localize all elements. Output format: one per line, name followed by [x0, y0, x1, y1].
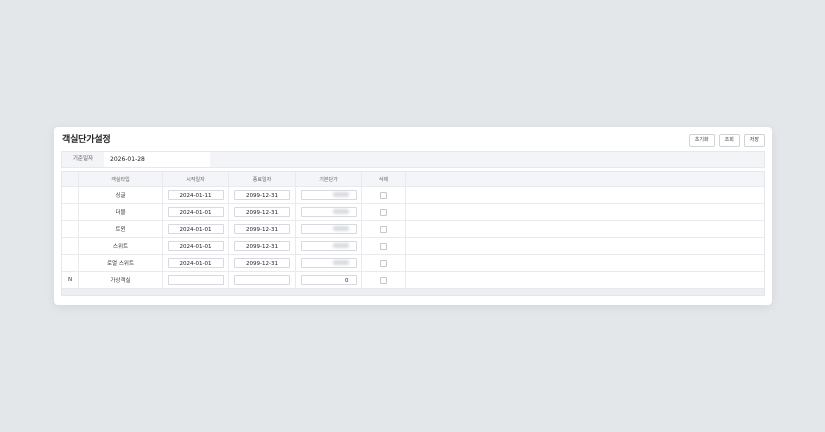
header-end-date[interactable]: 종료일자: [229, 172, 296, 186]
room-type-cell: 더블: [79, 204, 163, 220]
filter-bar: 기준일자 2026-01-28: [61, 151, 765, 168]
room-type-cell: 트윈: [79, 221, 163, 237]
base-price-input[interactable]: [300, 224, 357, 234]
delete-cell: [362, 272, 406, 288]
save-button[interactable]: 저장: [743, 134, 765, 147]
base-price-input[interactable]: [300, 207, 357, 217]
table-row[interactable]: N 가상객실 0: [62, 272, 764, 289]
start-date-cell: 2024-01-11: [163, 187, 229, 203]
row-filler: [406, 272, 764, 288]
reset-button[interactable]: 초기화: [688, 134, 715, 147]
table-row[interactable]: 트윈 2024-01-01 2099-12-31: [62, 221, 764, 238]
redacted-price: [332, 209, 349, 214]
grid-header: 객실타입 시작일자 종료일자 기본단가 삭제: [62, 172, 764, 187]
header-start-date[interactable]: 시작일자: [163, 172, 229, 186]
row-state: [62, 204, 79, 220]
base-price-cell: 0: [296, 272, 362, 288]
end-date-input[interactable]: 2099-12-31: [234, 190, 290, 200]
base-price-cell: [296, 255, 362, 271]
room-rate-panel: 객실단가설정 초기화 조회 저장 기준일자 2026-01-28 객실타입 시작…: [54, 127, 772, 305]
end-date-cell: 2099-12-31: [229, 221, 296, 237]
delete-cell: [362, 221, 406, 237]
row-state: [62, 221, 79, 237]
end-date-cell: 2099-12-31: [229, 255, 296, 271]
room-type-cell: 가상객실: [79, 272, 163, 288]
row-filler: [406, 187, 764, 203]
page-title: 객실단가설정: [62, 135, 111, 145]
delete-cell: [362, 187, 406, 203]
delete-checkbox[interactable]: [380, 225, 387, 233]
room-type-cell: 스위트: [79, 238, 163, 254]
toolbar: 초기화 조회 저장: [688, 134, 765, 147]
base-price-input[interactable]: [300, 241, 357, 251]
start-date-input[interactable]: 2024-01-01: [167, 258, 224, 268]
delete-cell: [362, 204, 406, 220]
table-row[interactable]: 더블 2024-01-01 2099-12-31: [62, 204, 764, 221]
table-row[interactable]: 스위트 2024-01-01 2099-12-31: [62, 238, 764, 255]
end-date-cell: 2099-12-31: [229, 238, 296, 254]
delete-checkbox[interactable]: [380, 191, 387, 199]
redacted-price: [332, 226, 349, 231]
header-base-price[interactable]: 기본단가: [296, 172, 362, 186]
end-date-cell: 2099-12-31: [229, 204, 296, 220]
end-date-input[interactable]: 2099-12-31: [234, 258, 290, 268]
row-state: [62, 187, 79, 203]
start-date-input[interactable]: 2024-01-01: [167, 224, 224, 234]
table-row[interactable]: 로열 스위트 2024-01-01 2099-12-31: [62, 255, 764, 272]
base-price-cell: [296, 187, 362, 203]
start-date-cell: 2024-01-01: [163, 221, 229, 237]
end-date-input[interactable]: 2099-12-31: [234, 241, 290, 251]
row-state: [62, 238, 79, 254]
row-filler: [406, 255, 764, 271]
table-row[interactable]: 싱글 2024-01-11 2099-12-31: [62, 187, 764, 204]
header-room-type[interactable]: 객실타입: [79, 172, 163, 186]
delete-checkbox[interactable]: [380, 259, 387, 267]
base-price-cell: [296, 221, 362, 237]
start-date-input[interactable]: 2024-01-01: [167, 207, 224, 217]
start-date-cell: [163, 272, 229, 288]
base-price-input[interactable]: 0: [300, 275, 357, 285]
redacted-price: [332, 243, 349, 248]
room-type-cell: 로열 스위트: [79, 255, 163, 271]
row-filler: [406, 221, 764, 237]
start-date-cell: 2024-01-01: [163, 238, 229, 254]
start-date-cell: 2024-01-01: [163, 204, 229, 220]
end-date-input[interactable]: 2099-12-31: [234, 224, 290, 234]
redacted-price: [332, 260, 349, 265]
row-state: N: [62, 272, 79, 288]
start-date-input[interactable]: 2024-01-01: [167, 241, 224, 251]
row-filler: [406, 238, 764, 254]
base-price-input[interactable]: [300, 258, 357, 268]
room-type-cell: 싱글: [79, 187, 163, 203]
base-price-cell: [296, 204, 362, 220]
end-date-input[interactable]: [234, 275, 290, 285]
search-button[interactable]: 조회: [718, 134, 740, 147]
start-date-input[interactable]: [167, 275, 224, 285]
header-delete[interactable]: 삭제: [362, 172, 406, 186]
end-date-input[interactable]: 2099-12-31: [234, 207, 290, 217]
delete-checkbox[interactable]: [380, 242, 387, 250]
delete-checkbox[interactable]: [380, 208, 387, 216]
end-date-cell: 2099-12-31: [229, 187, 296, 203]
base-price-cell: [296, 238, 362, 254]
delete-checkbox[interactable]: [380, 276, 387, 284]
base-date-input[interactable]: 2026-01-28: [104, 152, 210, 167]
base-date-label: 기준일자: [72, 156, 94, 162]
row-filler: [406, 204, 764, 220]
redacted-price: [332, 192, 349, 197]
base-price-input[interactable]: [300, 190, 357, 200]
header-filler: [406, 172, 764, 186]
delete-cell: [362, 238, 406, 254]
delete-cell: [362, 255, 406, 271]
header-state: [62, 172, 79, 186]
start-date-input[interactable]: 2024-01-11: [167, 190, 224, 200]
start-date-cell: 2024-01-01: [163, 255, 229, 271]
row-state: [62, 255, 79, 271]
horizontal-scrollbar[interactable]: [62, 289, 764, 295]
end-date-cell: [229, 272, 296, 288]
rate-grid: 객실타입 시작일자 종료일자 기본단가 삭제 싱글 2024-01-11 2099-…: [61, 171, 765, 296]
